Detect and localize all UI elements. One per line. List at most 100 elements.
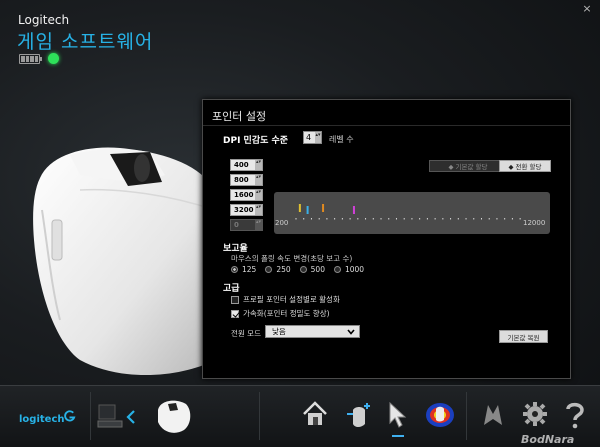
radio-selected-icon[interactable] (231, 266, 238, 273)
dpi-marker-800[interactable] (306, 206, 309, 214)
advanced-heading: 고급 (223, 284, 240, 294)
dpi-level-list: 400 ▴▾ 800 ▴▾ 1600 ▴▾ 3200 ▴▾ 0 ▴▾ (230, 159, 263, 234)
level-unit-label: 레벨 수 (329, 135, 354, 144)
chevron-left-icon[interactable] (126, 410, 136, 424)
power-mode-select[interactable]: 낮음 (265, 325, 360, 338)
watermark-text: BodNara (521, 433, 575, 446)
dpi-slider-track[interactable] (274, 192, 550, 234)
slider-tick (450, 218, 452, 220)
slider-tick (388, 218, 390, 220)
dpi-level-field-4[interactable]: 3200 ▴▾ (230, 204, 263, 216)
home-icon[interactable] (300, 400, 330, 428)
slider-tick (496, 218, 498, 220)
radio-icon[interactable] (333, 266, 341, 273)
restore-defaults-button[interactable]: 기본값 복원 (499, 330, 548, 343)
per-profile-pointer-checkbox[interactable]: 프로필 포인터 설정별로 활성화 (231, 294, 340, 305)
radio-icon[interactable] (299, 266, 307, 273)
dpi-marker-1600[interactable] (322, 204, 325, 212)
slider-tick (473, 218, 475, 220)
report-rate-radio-500[interactable]: 500 (299, 265, 325, 274)
assign-shift-button[interactable]: ◆ 전환 할당 (499, 160, 551, 172)
app-window: × Logitech 게임 소프트웨어 포인터 설정 DPI 민감도 수준 4 ▴… (0, 0, 600, 447)
checkbox-label: 가속화(포인터 정밀도 향상) (243, 309, 330, 318)
app-title: 게임 소프트웨어 (17, 31, 154, 53)
slider-tick (442, 218, 444, 220)
stepper-arrows-icon[interactable]: ▴▾ (255, 190, 262, 200)
slider-tick (372, 218, 374, 220)
dpi-level-field-3[interactable]: 1600 ▴▾ (230, 189, 263, 201)
stepper-arrows-icon[interactable]: ▴▾ (255, 160, 262, 170)
slider-tick (310, 218, 312, 220)
slider-tick (295, 218, 297, 220)
connection-status-icon (48, 53, 59, 64)
dpi-level-value: 0 (234, 221, 239, 229)
slider-tick (349, 218, 351, 220)
pointer-settings-icon[interactable] (384, 400, 412, 430)
checkbox-label: 프로필 포인터 설정별로 활성화 (243, 295, 340, 304)
slider-tick (511, 218, 513, 220)
radio-icon[interactable] (265, 266, 273, 273)
dpi-level-count-value: 4 (306, 133, 312, 142)
heatmap-icon[interactable] (424, 400, 456, 430)
close-button[interactable]: × (580, 2, 594, 16)
arx-control-icon[interactable] (478, 400, 508, 430)
report-rate-label: 500 (310, 265, 325, 274)
slider-tick (318, 218, 320, 220)
report-rate-radio-125[interactable]: 125 (231, 265, 256, 274)
slider-tick (457, 218, 459, 220)
power-mode-label: 전원 모드 (231, 329, 261, 338)
dpi-level-field-1[interactable]: 400 ▴▾ (230, 159, 263, 171)
stepper-arrows-icon[interactable]: ▴▾ (255, 220, 262, 230)
checkbox-icon[interactable] (231, 295, 239, 304)
report-rate-radio-1000[interactable]: 1000 (333, 265, 365, 274)
brand-label: Logitech (18, 13, 70, 27)
panel-divider (203, 125, 570, 126)
dpi-marker-3200[interactable] (352, 206, 355, 214)
dpi-sensitivity-label: DPI 민감도 수준 (223, 136, 289, 146)
stepper-arrows-icon[interactable]: ▴▾ (255, 205, 262, 215)
dpi-level-value: 800 (234, 176, 249, 184)
customize-buttons-icon[interactable] (343, 400, 375, 430)
slider-tick (426, 218, 428, 220)
dpi-level-value: 3200 (234, 206, 254, 214)
slider-tick (504, 218, 506, 220)
dpi-level-field-2[interactable]: 800 ▴▾ (230, 174, 263, 186)
slider-tick (380, 218, 382, 220)
help-icon[interactable] (563, 400, 587, 430)
slider-tick (488, 218, 490, 220)
mouse-device-icon[interactable] (150, 396, 196, 436)
slider-tick (519, 218, 521, 220)
dpi-level-field-5[interactable]: 0 ▴▾ (230, 219, 263, 231)
panel-title: 포인터 설정 (212, 110, 267, 123)
power-mode-value: 낮음 (272, 327, 286, 336)
slider-tick (465, 218, 467, 220)
dpi-marker-400[interactable] (298, 204, 301, 212)
taskbar-divider (466, 392, 467, 440)
assign-default-button[interactable]: ◆ 기본값 할당 (429, 160, 507, 172)
acceleration-checkbox[interactable]: 가속화(포인터 정밀도 향상) (231, 308, 330, 319)
slider-tick (411, 218, 413, 220)
slider-max-label: 12000 (523, 219, 546, 227)
logitech-logo: logitech (19, 414, 65, 425)
slider-tick (334, 218, 336, 220)
dpi-slider[interactable] (274, 192, 550, 234)
stepper-arrows-icon[interactable]: ▴▾ (315, 132, 321, 143)
report-rate-options: 125 250 500 1000 (231, 265, 364, 274)
checkbox-checked-icon[interactable] (231, 309, 239, 318)
slider-tick (434, 218, 436, 220)
dpi-level-value: 400 (234, 161, 249, 169)
slider-tick (365, 218, 367, 220)
logitech-g-icon (64, 410, 76, 422)
gear-icon[interactable] (521, 400, 549, 428)
report-rate-radio-250[interactable]: 250 (265, 265, 291, 274)
report-rate-label: 250 (276, 265, 291, 274)
dpi-level-count-stepper[interactable]: 4 ▴▾ (303, 131, 322, 144)
report-rate-description: 마우스의 폴링 속도 변경(초당 보고 수) (231, 254, 353, 263)
report-rate-label: 1000 (344, 265, 365, 274)
slider-tick (395, 218, 397, 220)
device-keyboard-icon[interactable] (95, 401, 125, 431)
slider-tick (326, 218, 328, 220)
stepper-arrows-icon[interactable]: ▴▾ (255, 175, 262, 185)
chevron-down-icon (347, 329, 355, 335)
slider-min-label: 200 (275, 219, 289, 227)
